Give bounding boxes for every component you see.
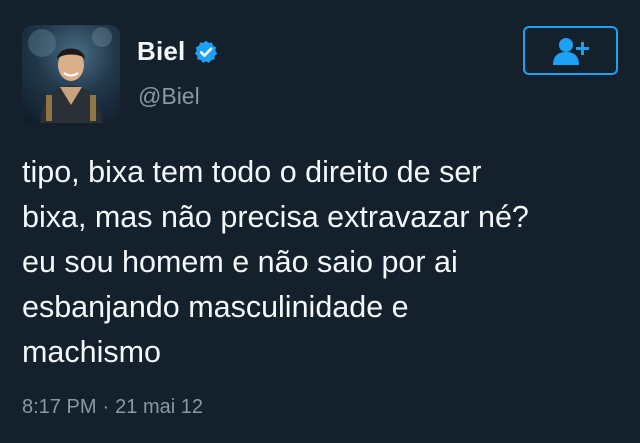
- tweet-text-line: bixa, mas não precisa extravazar né?: [22, 200, 529, 234]
- author-avatar[interactable]: [22, 25, 120, 123]
- tweet-text-line: esbanjando masculinidade e: [22, 290, 409, 324]
- author-name-row: Biel: [137, 36, 219, 67]
- follow-button[interactable]: [523, 26, 618, 75]
- tweet-text-line: machismo: [22, 335, 161, 369]
- tweet-timestamp[interactable]: 8:17 PM · 21 mai 12: [22, 396, 203, 419]
- avatar-photo-icon: [28, 27, 112, 123]
- tweet-card: Biel @Biel tipo, bixa tem todo o direito…: [0, 0, 640, 443]
- author-display-name[interactable]: Biel: [137, 36, 185, 67]
- tweet-date: 21 mai 12: [115, 396, 203, 418]
- tweet-time: 8:17 PM: [22, 396, 97, 418]
- add-user-icon: [552, 37, 589, 65]
- tweet-text-line: eu sou homem e não saio por ai: [22, 245, 458, 279]
- timestamp-separator: ·: [102, 396, 110, 418]
- tweet-text: tipo, bixa tem todo o direito de ser bix…: [22, 150, 622, 375]
- tweet-text-line: tipo, bixa tem todo o direito de ser: [22, 155, 482, 189]
- author-handle[interactable]: @Biel: [138, 83, 200, 110]
- verified-badge-icon: [195, 40, 218, 63]
